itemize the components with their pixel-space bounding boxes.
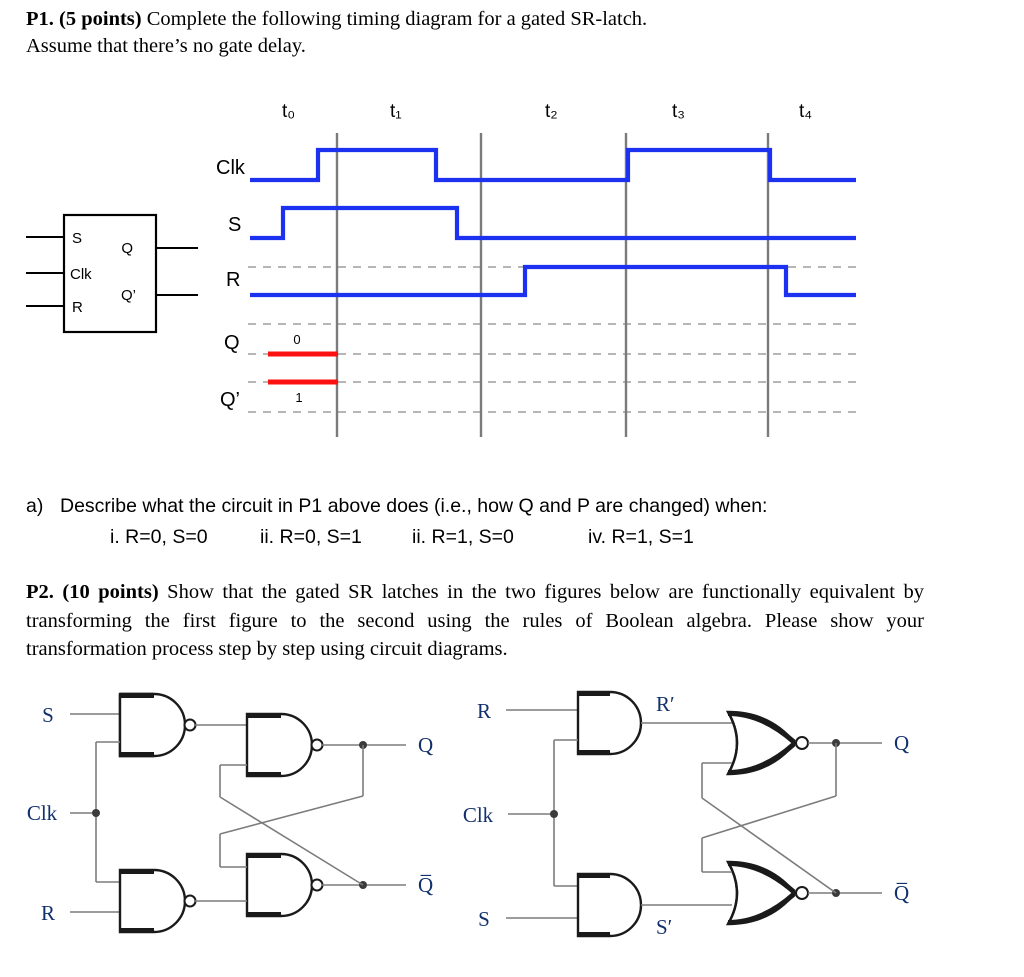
nand-gate-cross-bottom (245, 852, 324, 918)
p2-paragraph: P2. (10 points) Show that the gated SR l… (26, 578, 924, 664)
circuit-nor-version: R Clk S R′ S′ Q Q̅ (450, 686, 920, 976)
p1-number: P1. (26, 8, 54, 30)
latch-output-qn: Q’ (121, 287, 136, 304)
left-input-label-clk: Clk (27, 801, 58, 825)
time-axis-labels: t₀ t₁ t₂ t₃ t₄ (282, 101, 812, 122)
time-label-t1: t₁ (390, 101, 402, 122)
nand-gate-cross-top (245, 712, 324, 778)
circuit-nand-version: S Clk R Q Q̅ (14, 686, 444, 976)
left-output-label-q: Q (418, 733, 433, 757)
p1-text-line2: Assume that there’s no gate delay. (26, 35, 306, 57)
left-input-label-s: S (42, 703, 54, 727)
nand-gate-s (118, 692, 197, 758)
p1-text-line1: Complete the following timing diagram fo… (141, 8, 648, 30)
timing-diagram: S Clk R Q Q’ t₀ t₁ t₂ t₃ t₄ Clk S R Q Q’ (0, 90, 900, 450)
waveform-clk (250, 147, 856, 183)
latch-input-r: R (72, 299, 83, 316)
time-label-t3: t₃ (672, 101, 685, 122)
part-a-case-iv: iv. R=1, S=1 (588, 526, 694, 548)
and-gate-r (576, 690, 643, 756)
time-label-t0: t₀ (282, 101, 295, 122)
p2-number: P2. (26, 581, 54, 603)
part-a-case-ii: ii. R=0, S=1 (260, 526, 362, 548)
p2-text: Show that the gated SR latches in the tw… (26, 581, 924, 660)
p1-heading: P1. (5 points) Complete the following ti… (26, 6, 986, 60)
nor-gate-top (725, 710, 809, 776)
latch-output-q: Q (121, 240, 133, 257)
p1-points: (5 points) (59, 8, 142, 30)
right-internal-label-rprime: R′ (656, 692, 675, 716)
signal-label-r: R (226, 269, 240, 291)
right-output-label-qbar: Q̅ (894, 881, 909, 905)
part-a-case-i: i. R=0, S=0 (110, 526, 208, 548)
signal-label-s: S (228, 214, 241, 236)
level-reference-lines (248, 266, 858, 413)
qn-value-annotation: 1 (295, 390, 302, 405)
right-input-label-s: S (478, 907, 490, 931)
nor-gate-bottom (725, 860, 809, 926)
signal-label-qn: Q’ (220, 389, 240, 411)
waveform-s (250, 205, 856, 241)
signal-label-q: Q (224, 332, 240, 354)
right-input-label-clk: Clk (463, 803, 494, 827)
p2-points: (10 points) (62, 581, 159, 603)
signal-label-clk: Clk (216, 157, 246, 179)
time-label-t4: t₄ (799, 101, 812, 122)
part-a-case-iii: ii. R=1, S=0 (412, 526, 514, 548)
part-a: a) Describe what the circuit in P1 above … (26, 492, 996, 551)
and-gate-s (576, 872, 643, 938)
time-label-t2: t₂ (545, 101, 558, 122)
right-output-label-q: Q (894, 731, 909, 755)
left-input-label-r: R (41, 901, 55, 925)
signal-row-labels: Clk S R Q Q’ (216, 157, 246, 411)
nand-gate-r (118, 868, 197, 934)
sr-latch-block: S Clk R Q Q’ (26, 213, 198, 334)
q-value-annotation: 0 (293, 332, 300, 347)
latch-input-clk: Clk (70, 266, 92, 283)
part-a-marker: a) (26, 495, 44, 517)
answer-marks (268, 351, 338, 385)
right-internal-label-sprime: S′ (656, 915, 672, 939)
right-input-label-r: R (477, 699, 491, 723)
part-a-prompt: Describe what the circuit in P1 above do… (60, 495, 768, 517)
waveform-r (250, 264, 856, 298)
latch-input-s: S (72, 230, 82, 247)
left-output-label-qbar: Q̅ (418, 873, 433, 897)
